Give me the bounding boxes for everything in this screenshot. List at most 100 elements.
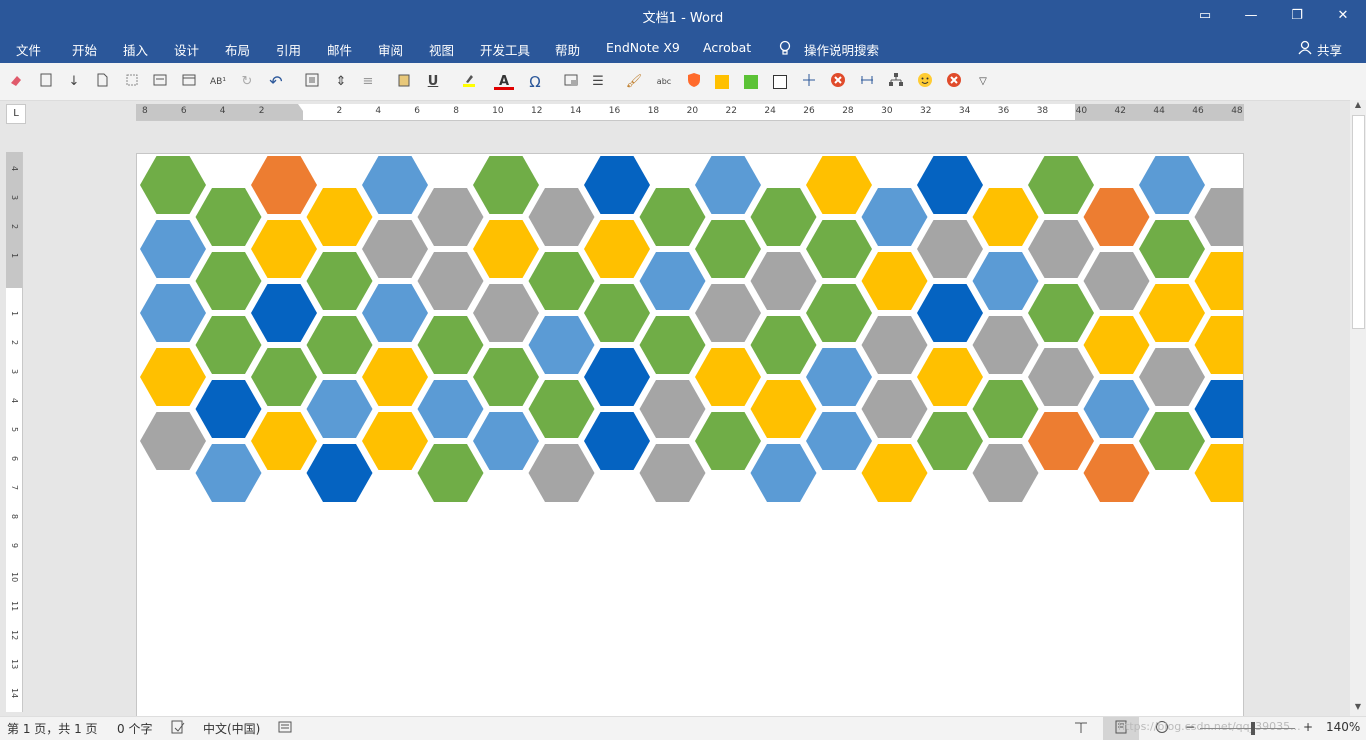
scroll-down-arrow[interactable]: ▼ bbox=[1350, 702, 1366, 716]
proofing-icon[interactable] bbox=[171, 720, 185, 737]
hexagon-shape[interactable] bbox=[639, 444, 706, 502]
hexagon-shape[interactable] bbox=[528, 252, 595, 310]
abc-icon[interactable]: abc bbox=[654, 72, 674, 92]
tab-selector[interactable]: L bbox=[6, 104, 26, 124]
hexagon-shape[interactable] bbox=[1028, 348, 1094, 406]
zoom-level[interactable]: 140% bbox=[1326, 720, 1360, 734]
page-count[interactable]: 第 1 页，共 1 页 bbox=[7, 720, 98, 737]
hexagon-shape[interactable] bbox=[639, 380, 706, 438]
line-spacing-icon[interactable]: ⇕ bbox=[331, 72, 351, 92]
hexagon-shape[interactable] bbox=[195, 252, 262, 310]
hexagon-shape[interactable] bbox=[972, 188, 1039, 246]
vertical-scrollbar[interactable]: ▲ ▼ bbox=[1350, 100, 1366, 716]
hexagon-shape[interactable] bbox=[1083, 380, 1150, 438]
document-page[interactable] bbox=[136, 153, 1244, 718]
textbox-icon[interactable] bbox=[150, 72, 170, 92]
hexagon-shape[interactable] bbox=[750, 444, 817, 502]
tab-references[interactable]: 引用 bbox=[276, 40, 301, 59]
hexagon-shape[interactable] bbox=[306, 444, 373, 502]
hexagon-shape[interactable] bbox=[1194, 444, 1244, 502]
hexagon-shape[interactable] bbox=[362, 412, 428, 470]
hexagon-shape[interactable] bbox=[806, 220, 872, 278]
hexagon-shape[interactable] bbox=[140, 156, 206, 214]
align-icon[interactable]: ≡ bbox=[358, 72, 378, 92]
tab-help[interactable]: 帮助 bbox=[555, 40, 580, 59]
hexagon-shape[interactable] bbox=[362, 156, 428, 214]
more-icon[interactable]: ▽ bbox=[973, 72, 993, 92]
hexagon-shape[interactable] bbox=[917, 156, 983, 214]
read-mode-icon[interactable] bbox=[1074, 720, 1088, 737]
format-painter-icon[interactable]: 🖌 bbox=[624, 72, 644, 92]
new-doc-icon[interactable] bbox=[92, 72, 112, 92]
hexagon-shape[interactable] bbox=[1083, 252, 1150, 310]
tab-mailings[interactable]: 邮件 bbox=[327, 40, 352, 59]
macro-recording-icon[interactable] bbox=[278, 720, 292, 737]
hexagon-shape[interactable] bbox=[1139, 348, 1205, 406]
underline-icon[interactable]: U bbox=[423, 72, 443, 92]
symbol-icon[interactable]: Ω bbox=[525, 72, 545, 92]
hexagon-shape[interactable] bbox=[528, 188, 595, 246]
hexagon-shape[interactable] bbox=[806, 412, 872, 470]
hexagon-shape[interactable] bbox=[1028, 156, 1094, 214]
hexagon-shape[interactable] bbox=[1083, 316, 1150, 374]
tab-insert[interactable]: 插入 bbox=[123, 40, 148, 59]
hexagon-shape[interactable] bbox=[362, 348, 428, 406]
green-square-icon[interactable] bbox=[741, 72, 761, 92]
hexagon-shape[interactable] bbox=[806, 348, 872, 406]
hexagon-shape[interactable] bbox=[251, 220, 317, 278]
hexagon-shape[interactable] bbox=[972, 380, 1039, 438]
hexagon-shape[interactable] bbox=[417, 444, 484, 502]
hexagon-shape[interactable] bbox=[140, 348, 206, 406]
hexagon-shape[interactable] bbox=[584, 412, 650, 470]
zoom-in-button[interactable]: + bbox=[1303, 720, 1313, 734]
hexagon-shape[interactable] bbox=[1139, 412, 1205, 470]
hexagon-shape[interactable] bbox=[1139, 284, 1205, 342]
hexagon-shape[interactable] bbox=[251, 348, 317, 406]
font-color-icon[interactable]: A bbox=[494, 72, 514, 90]
shield-icon[interactable] bbox=[684, 72, 704, 92]
hexagon-shape[interactable] bbox=[306, 188, 373, 246]
hexagon-shape[interactable] bbox=[806, 156, 872, 214]
hexagon-shape[interactable] bbox=[861, 316, 928, 374]
hexagon-shape[interactable] bbox=[861, 444, 928, 502]
print-layout-icon[interactable] bbox=[36, 72, 56, 92]
hexagon-shape[interactable] bbox=[695, 220, 761, 278]
tab-file[interactable]: 文件 bbox=[16, 40, 41, 59]
hexagon-shape[interactable] bbox=[1194, 188, 1244, 246]
hexagon-shape[interactable] bbox=[917, 348, 983, 406]
redo-disabled-icon[interactable]: ↻ bbox=[237, 72, 257, 92]
hexagon-shape[interactable] bbox=[695, 284, 761, 342]
hexagon-shape[interactable] bbox=[473, 220, 539, 278]
yellow-square-icon[interactable] bbox=[712, 72, 732, 92]
tab-acrobat[interactable]: Acrobat bbox=[703, 40, 751, 55]
highlight-icon[interactable] bbox=[459, 72, 479, 92]
hexagon-shape[interactable] bbox=[917, 284, 983, 342]
hexagon-shape[interactable] bbox=[750, 252, 817, 310]
hexagon-shape[interactable] bbox=[695, 348, 761, 406]
hexagon-shape[interactable] bbox=[195, 380, 262, 438]
hexagon-shape[interactable] bbox=[1083, 444, 1150, 502]
hexagon-shape[interactable] bbox=[195, 188, 262, 246]
close-button[interactable]: ✕ bbox=[1320, 0, 1366, 32]
hexagon-shape[interactable] bbox=[917, 412, 983, 470]
spelling-icon[interactable]: AB¹ bbox=[208, 72, 228, 92]
hexagon-shape[interactable] bbox=[584, 284, 650, 342]
hexagon-shape[interactable] bbox=[251, 412, 317, 470]
red-x-icon[interactable] bbox=[828, 72, 848, 92]
minimize-button[interactable]: — bbox=[1228, 0, 1274, 32]
hexagon-shape[interactable] bbox=[1028, 412, 1094, 470]
red-x-icon-2[interactable] bbox=[944, 72, 964, 92]
hexagon-shape[interactable] bbox=[140, 412, 206, 470]
hexagon-shape[interactable] bbox=[1083, 188, 1150, 246]
undo-icon[interactable]: ↶ bbox=[266, 72, 286, 92]
hexagon-shape[interactable] bbox=[306, 316, 373, 374]
hexagon-shape[interactable] bbox=[417, 316, 484, 374]
hexagon-shape[interactable] bbox=[972, 444, 1039, 502]
hexagon-shape[interactable] bbox=[1028, 284, 1094, 342]
hexagon-shape[interactable] bbox=[639, 316, 706, 374]
hexagon-shape[interactable] bbox=[362, 284, 428, 342]
hexagon-shape[interactable] bbox=[750, 380, 817, 438]
zoom-slider-track[interactable] bbox=[1200, 728, 1295, 729]
white-square-icon[interactable] bbox=[770, 72, 790, 92]
word-count[interactable]: 0 个字 bbox=[117, 720, 152, 737]
